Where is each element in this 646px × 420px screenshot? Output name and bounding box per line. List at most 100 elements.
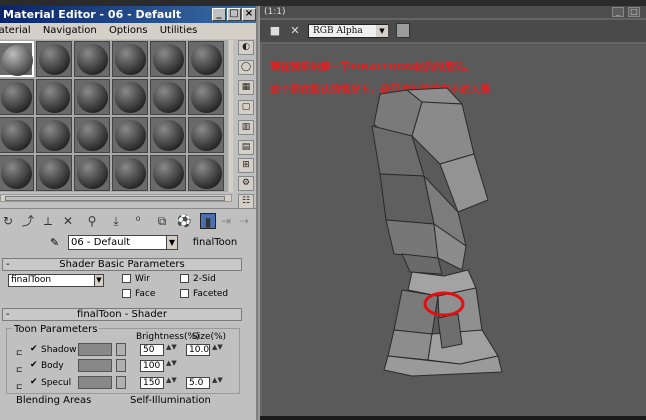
material-sample-slot[interactable]	[36, 41, 72, 77]
options-icon[interactable]: ⊞	[238, 158, 254, 173]
check-icon[interactable]: ✔	[30, 361, 39, 370]
sample-uv-icon[interactable]: ▢	[238, 100, 254, 115]
color-swatch[interactable]	[78, 343, 112, 356]
material-type-button[interactable]: finalToon	[186, 235, 244, 250]
minimize-button[interactable]: _	[212, 8, 226, 21]
material-sample-slot[interactable]	[0, 41, 34, 77]
get-material-icon[interactable]: ↻	[0, 213, 16, 229]
show-map-icon[interactable]: ⧉	[154, 213, 170, 229]
material-sample-slot[interactable]	[74, 117, 110, 153]
material-sample-slot[interactable]	[188, 41, 224, 77]
material-sphere	[39, 44, 70, 75]
material-sample-slot[interactable]	[36, 117, 72, 153]
map-button[interactable]	[116, 343, 126, 356]
reset-material-icon[interactable]: ✕	[60, 213, 76, 229]
size-spinner[interactable]: 5.0	[186, 377, 210, 389]
lock-icon[interactable]: ⊏	[16, 348, 24, 358]
check-icon[interactable]: ✔	[30, 378, 39, 387]
spinner-arrows-icon[interactable]: ▲▼	[166, 360, 177, 372]
scrollbar-thumb[interactable]	[5, 196, 225, 201]
spinner-arrows-icon[interactable]: ▲▼	[166, 377, 177, 389]
material-id-icon[interactable]: ⁰	[130, 213, 146, 229]
menu-material[interactable]: Material	[0, 25, 31, 36]
rollout-finaltoon-shader[interactable]: - finalToon - Shader	[2, 308, 242, 321]
make-unique-icon[interactable]: ⚲	[84, 213, 100, 229]
faceted-checkbox[interactable]: Faceted	[180, 289, 228, 299]
size-header: Size(%)	[192, 332, 227, 342]
show-end-result-icon[interactable]: ⚽	[176, 213, 192, 229]
material-sample-slot[interactable]	[0, 117, 34, 153]
viewport-minimize-button[interactable]: _	[612, 7, 624, 17]
color-swatch[interactable]	[396, 23, 410, 38]
material-sample-slot[interactable]	[36, 155, 72, 191]
menu-navigation[interactable]: Navigation	[43, 25, 97, 36]
put-to-scene-icon[interactable]: ⤴	[20, 213, 36, 229]
spinner-arrows-icon[interactable]: ▲▼	[212, 377, 223, 389]
color-swatch[interactable]	[78, 359, 112, 372]
shader-select[interactable]: finalToon	[8, 274, 96, 287]
slots-horizontal-scrollbar[interactable]	[0, 194, 232, 202]
toon-row-1[interactable]: ✔ Body	[30, 360, 64, 372]
go-to-parent-icon[interactable]: ▮	[200, 213, 216, 229]
assign-to-selection-icon[interactable]: ⟂	[40, 213, 56, 229]
go-sibling-icon[interactable]: ⇢	[236, 213, 252, 229]
size-spinner[interactable]: 10.0	[186, 344, 210, 356]
material-sample-slot[interactable]	[74, 155, 110, 191]
material-sample-slot[interactable]	[74, 41, 110, 77]
rollout-shader-basic[interactable]: - Shader Basic Parameters	[2, 258, 242, 271]
chevron-down-icon[interactable]: ▼	[376, 25, 388, 37]
background-icon[interactable]: ▦	[238, 80, 254, 95]
material-sample-slot[interactable]	[112, 41, 148, 77]
material-sample-slot[interactable]	[0, 79, 34, 115]
spinner-arrows-icon[interactable]: ▲▼	[212, 344, 223, 356]
make-preview-icon[interactable]: ▤	[238, 140, 254, 155]
brightness-spinner[interactable]: 150	[140, 377, 164, 389]
wire-checkbox[interactable]: Wir	[122, 274, 150, 284]
go-forward-icon[interactable]: ⇥	[218, 213, 234, 229]
sample-type-icon[interactable]: ◐	[238, 40, 254, 55]
material-navigator-icon[interactable]: ☷	[238, 194, 254, 209]
lock-icon[interactable]: ⊏	[16, 365, 24, 375]
maximize-button[interactable]: □	[227, 8, 241, 21]
viewport-maximize-button[interactable]: □	[628, 7, 640, 17]
check-icon[interactable]: ✔	[30, 345, 39, 354]
map-button[interactable]	[116, 376, 126, 389]
toon-row-2[interactable]: ✔ Specul	[30, 377, 71, 389]
video-color-check-icon[interactable]: ▥	[238, 120, 254, 135]
eyedropper-icon[interactable]: ✎	[50, 236, 59, 249]
chevron-down-icon[interactable]: ▼	[94, 274, 104, 287]
put-to-library-icon[interactable]: ⤓	[108, 213, 124, 229]
select-by-material-icon[interactable]: ⚙	[238, 176, 254, 191]
material-sample-slot[interactable]	[112, 117, 148, 153]
material-sample-slot[interactable]	[150, 79, 186, 115]
close-button[interactable]: ×	[242, 8, 256, 21]
material-sample-slot[interactable]	[36, 79, 72, 115]
map-button[interactable]	[116, 359, 126, 372]
brightness-spinner[interactable]: 100	[140, 360, 164, 372]
brightness-spinner[interactable]: 50	[140, 344, 164, 356]
color-swatch[interactable]	[78, 376, 112, 389]
slots-vertical-scrollbar[interactable]	[229, 40, 233, 192]
material-sample-slot[interactable]	[150, 155, 186, 191]
material-sample-slot[interactable]	[0, 155, 34, 191]
toon-row-0[interactable]: ✔ Shadow	[30, 344, 77, 356]
material-sample-slot[interactable]	[188, 79, 224, 115]
save-icon[interactable]: ■	[268, 24, 282, 38]
material-sample-slot[interactable]	[150, 41, 186, 77]
material-sample-slot[interactable]	[188, 155, 224, 191]
chevron-down-icon[interactable]: ▼	[166, 235, 178, 250]
material-sample-slot[interactable]	[112, 155, 148, 191]
menu-utilities[interactable]: Utilities	[160, 25, 198, 36]
face-map-checkbox[interactable]: Face	[122, 289, 155, 299]
clear-icon[interactable]: ✕	[288, 24, 302, 38]
material-sample-slot[interactable]	[188, 117, 224, 153]
material-sample-slot[interactable]	[112, 79, 148, 115]
backlight-icon[interactable]: ◯	[238, 60, 254, 75]
menu-options[interactable]: Options	[109, 25, 148, 36]
material-name-field[interactable]: 06 - Default	[68, 235, 168, 250]
spinner-arrows-icon[interactable]: ▲▼	[166, 344, 177, 356]
two-sided-checkbox[interactable]: 2-Sid	[180, 274, 216, 284]
material-sample-slot[interactable]	[150, 117, 186, 153]
material-sample-slot[interactable]	[74, 79, 110, 115]
lock-icon[interactable]: ⊏	[16, 382, 24, 392]
